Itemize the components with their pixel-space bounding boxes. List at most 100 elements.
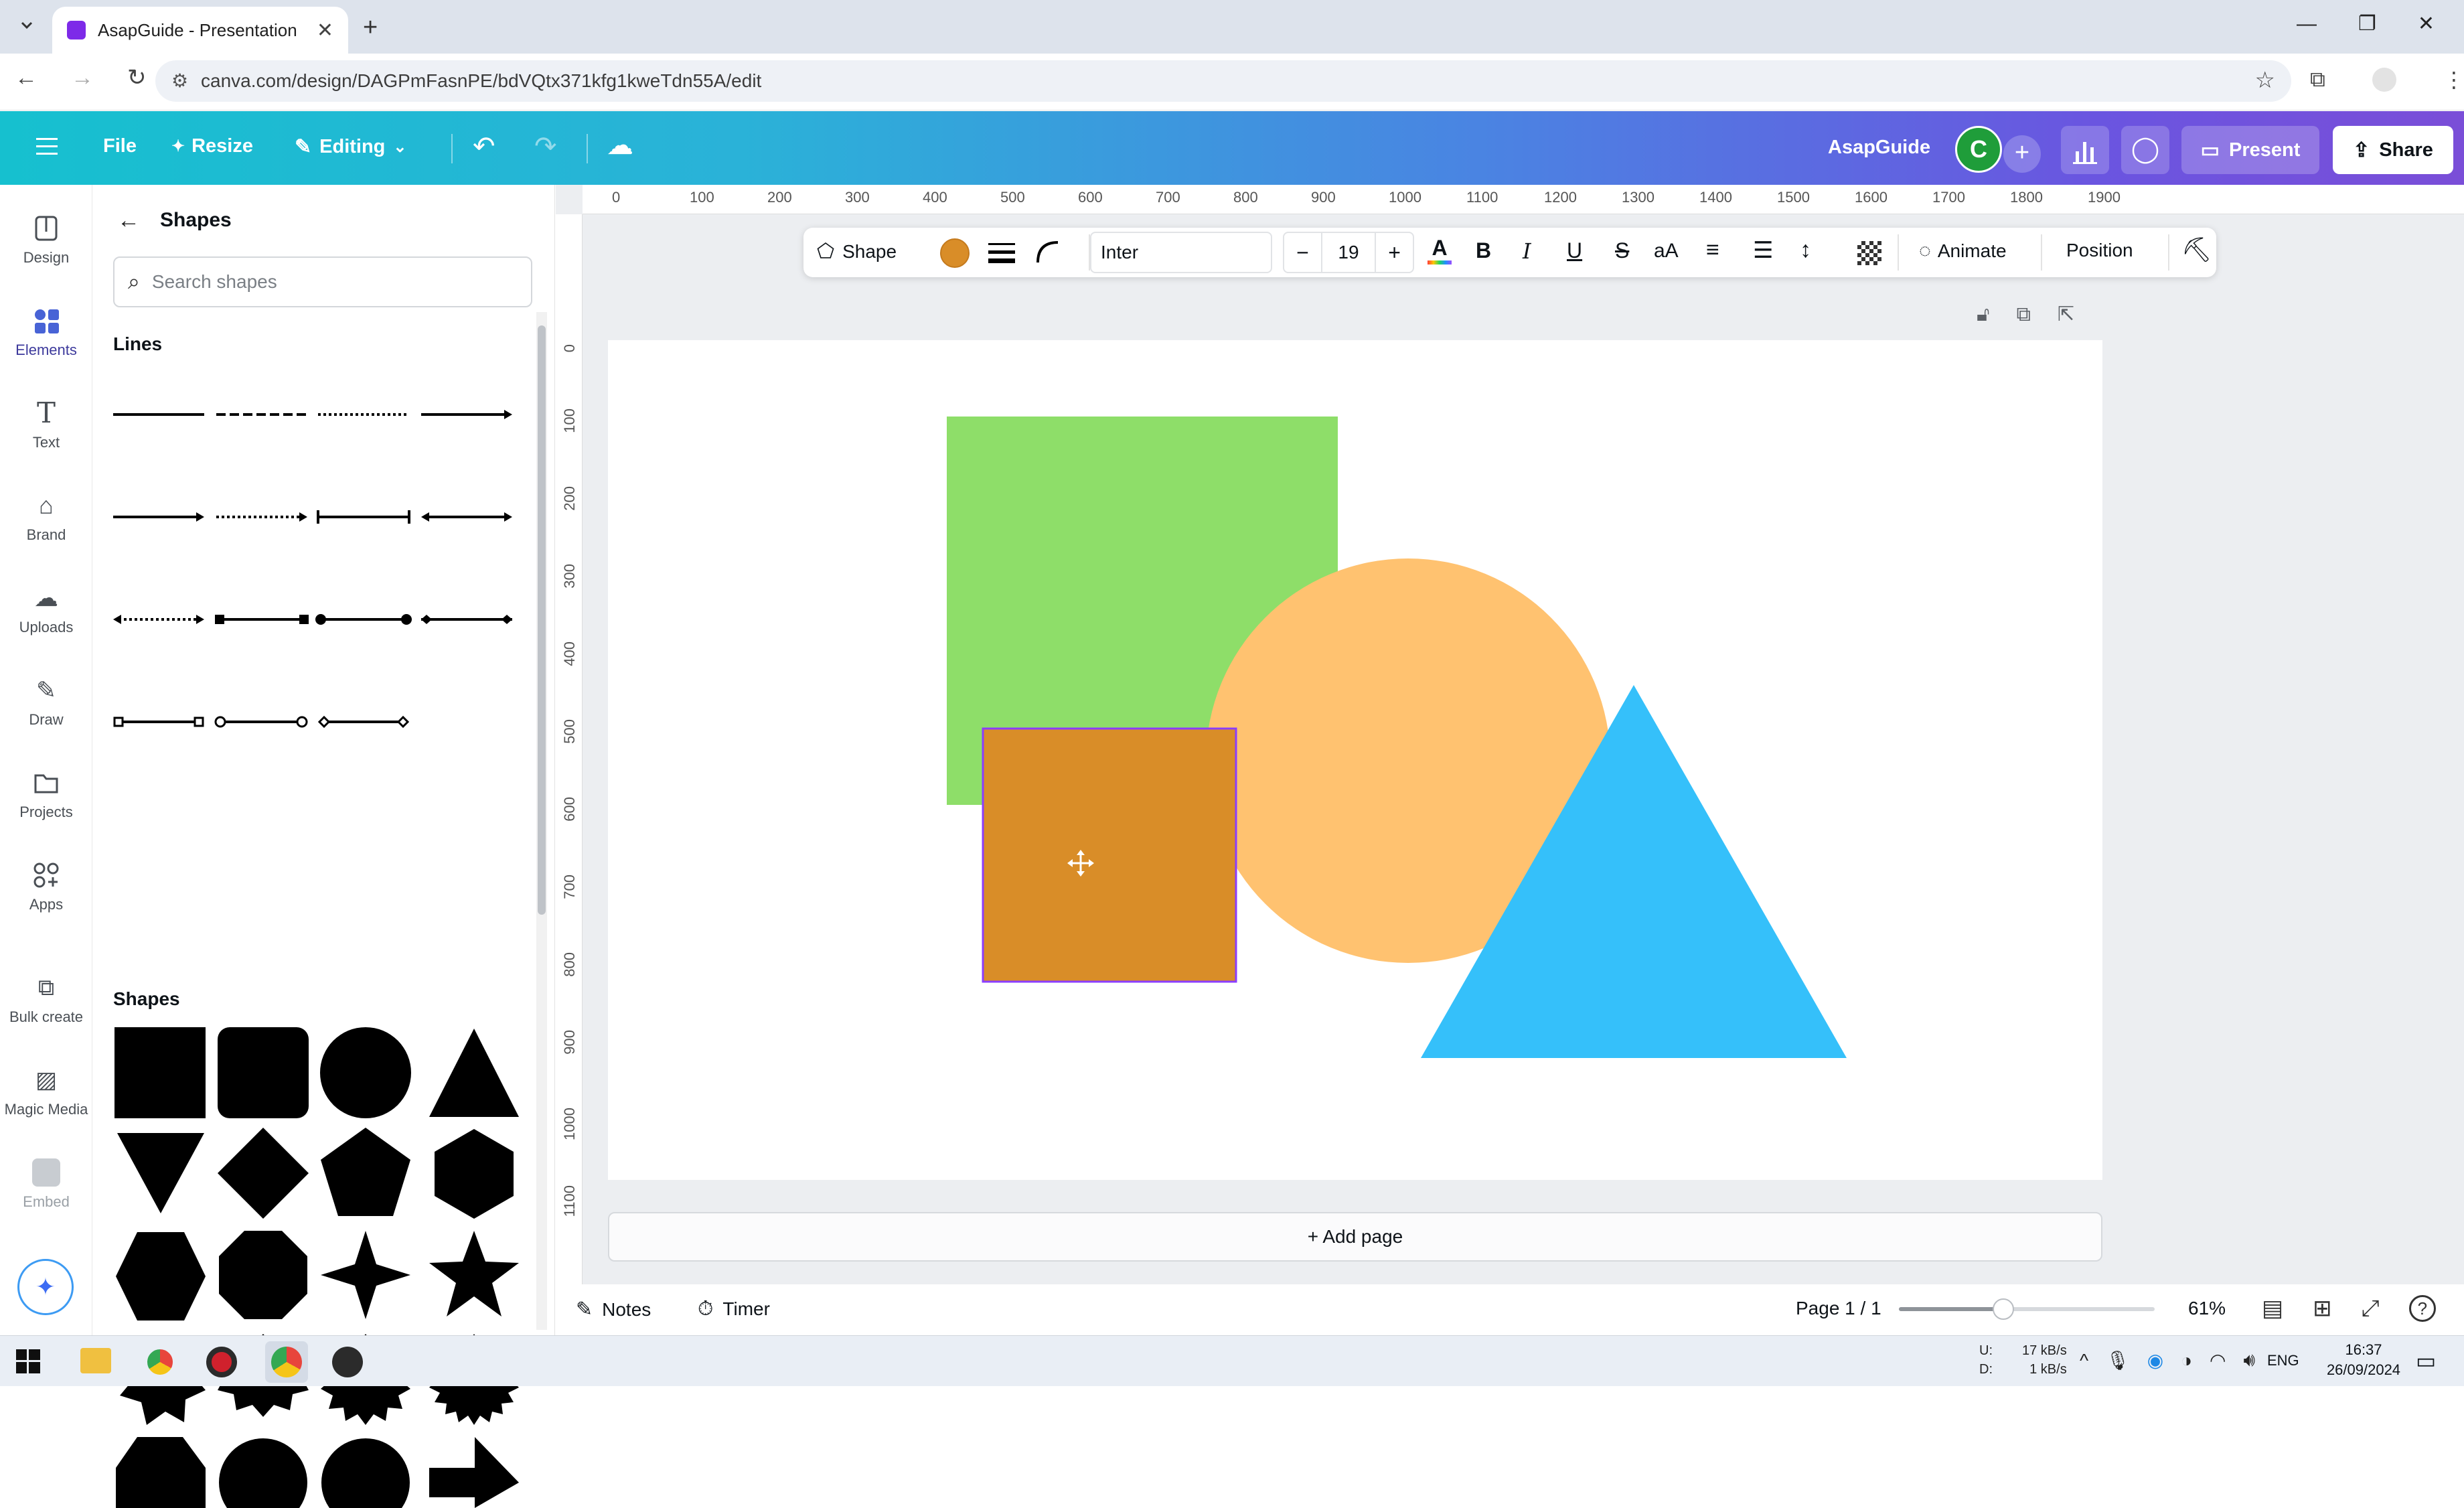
zoom-level[interactable]: 61% — [2188, 1298, 2226, 1319]
transparency-icon[interactable] — [1857, 241, 1881, 265]
address-bar[interactable]: ⚙ canva.com/design/DAGPmFasnPE/bdVQtx371… — [155, 60, 2291, 102]
chrome-icon[interactable] — [145, 1347, 175, 1377]
design-page[interactable] — [608, 340, 2102, 1180]
editing-mode-dropdown[interactable]: ✎ Editing ⌄ — [295, 135, 407, 159]
rail-item-projects[interactable]: Projects — [0, 769, 92, 821]
rail-item-draw[interactable]: ✎ Draw — [0, 676, 92, 729]
text-align-icon[interactable]: ≡ — [1706, 237, 1719, 263]
add-page-button[interactable]: + Add page — [608, 1212, 2102, 1262]
file-explorer-icon[interactable] — [80, 1348, 111, 1373]
text-color-icon[interactable]: A — [1428, 236, 1452, 265]
extensions-icon[interactable]: ⧉ — [2310, 67, 2325, 92]
scrollbar-thumb[interactable] — [538, 325, 546, 915]
orange-square-selected[interactable] — [983, 729, 1236, 982]
close-window-icon[interactable]: ✕ — [2418, 12, 2435, 35]
grid-view-icon[interactable]: ⊞ — [2313, 1295, 2332, 1322]
rail-item-embed[interactable]: Embed — [0, 1158, 92, 1211]
copy-style-paint-roller-icon[interactable]: ⛏ — [2181, 236, 2212, 264]
duplicate-page-icon[interactable]: ⧉ — [2016, 303, 2030, 326]
minimize-icon[interactable]: — — [2297, 13, 2317, 35]
shape-type-button[interactable]: ⬠ Shape — [817, 240, 897, 263]
zoom-slider-thumb[interactable] — [1992, 1298, 2014, 1320]
insights-chart-icon[interactable] — [2061, 126, 2109, 174]
font-family-select[interactable]: Inter — [1090, 232, 1272, 273]
microphone-icon[interactable]: 🎙︎ — [2106, 1349, 2130, 1371]
tray-app2-icon[interactable]: ◑ — [2181, 1350, 2192, 1371]
letter-case-icon[interactable]: aA — [1654, 240, 1679, 262]
rail-item-magic-media[interactable]: ▨ Magic Media — [0, 1066, 92, 1118]
present-button[interactable]: ▭ Present — [2181, 126, 2319, 174]
back-icon[interactable]: ← — [15, 65, 37, 91]
zoom-slider[interactable] — [1899, 1298, 2155, 1320]
panel-scrollbar[interactable] — [536, 312, 547, 1330]
timer-button[interactable]: ⏱ Timer — [698, 1298, 770, 1321]
ruler-label: 700 — [561, 875, 578, 899]
restore-icon[interactable]: ❐ — [2358, 12, 2376, 35]
invite-plus-icon[interactable]: + — [2003, 135, 2041, 173]
avatar[interactable]: C — [1955, 126, 2002, 173]
profile-icon[interactable] — [2372, 68, 2396, 92]
recorder-icon[interactable] — [206, 1347, 237, 1377]
rail-item-elements[interactable]: Elements — [0, 307, 92, 359]
bold-icon[interactable]: B — [1476, 238, 1491, 263]
lock-icon[interactable]: 🔓︎ — [1977, 303, 1989, 326]
browser-menu-icon[interactable]: ⋮ — [2443, 67, 2464, 92]
animate-button[interactable]: ◌ Animate — [1919, 240, 2007, 262]
forward-icon[interactable]: → — [71, 65, 94, 91]
rail-item-bulk-create[interactable]: ⧉ Bulk create — [0, 974, 92, 1026]
help-icon[interactable]: ? — [2408, 1295, 2436, 1322]
bookmark-star-icon[interactable]: ☆ — [2255, 67, 2275, 94]
search-shapes-input[interactable]: ⌕ Search shapes — [113, 256, 532, 307]
font-size-stepper[interactable]: − 19 + — [1283, 232, 1414, 273]
rail-item-design[interactable]: Design — [0, 214, 92, 267]
rail-item-apps[interactable]: Apps — [0, 861, 92, 913]
underline-icon[interactable]: U — [1567, 238, 1582, 263]
file-menu-button[interactable]: File — [103, 135, 137, 157]
corner-rounding-icon[interactable] — [1035, 240, 1059, 264]
windows-start-icon[interactable] — [16, 1349, 40, 1373]
position-button[interactable]: Position — [2066, 240, 2133, 261]
tray-chevron-icon[interactable]: ^ — [2080, 1350, 2088, 1371]
undo-icon[interactable]: ↶ — [473, 131, 495, 162]
strikethrough-icon[interactable]: S — [1615, 238, 1629, 263]
border-style-icon[interactable] — [988, 241, 1015, 264]
volume-icon[interactable]: 🔊︎ — [2243, 1349, 2255, 1371]
screen-capture-icon[interactable] — [332, 1347, 363, 1377]
share-button[interactable]: ⇪ Share — [2333, 126, 2453, 174]
wifi-icon[interactable]: ◠ — [2210, 1349, 2226, 1371]
browser-tab-active[interactable]: AsapGuide - Presentation ✕ — [52, 7, 348, 54]
notes-button[interactable]: ✎ Notes — [576, 1298, 651, 1321]
notifications-icon[interactable]: ▭ — [2416, 1348, 2436, 1373]
active-app-highlight[interactable] — [265, 1341, 308, 1383]
italic-icon[interactable]: I — [1523, 238, 1531, 264]
page-view-icon[interactable]: ▤ — [2262, 1295, 2283, 1322]
main-menu-icon[interactable] — [36, 137, 58, 157]
tab-search-icon[interactable] — [15, 13, 39, 37]
clock-date[interactable]: 26/09/2024 — [2323, 1360, 2404, 1380]
fullscreen-icon[interactable]: ⤢ — [2362, 1296, 2380, 1322]
resize-button[interactable]: ✦ Resize — [171, 135, 253, 157]
fill-color-swatch[interactable] — [940, 238, 970, 268]
clock-time[interactable]: 16:37 — [2323, 1340, 2404, 1360]
page-indicator[interactable]: Page 1 / 1 — [1796, 1298, 1881, 1319]
comment-icon[interactable]: ◯ — [2121, 126, 2169, 174]
tab-close-icon[interactable]: ✕ — [317, 19, 333, 42]
reload-icon[interactable]: ↻ — [127, 64, 147, 91]
back-arrow-icon[interactable]: ← — [117, 208, 140, 234]
tray-app-icon[interactable]: ◉ — [2147, 1349, 2163, 1371]
redo-icon[interactable]: ↷ — [534, 131, 557, 162]
line-spacing-icon[interactable]: ↕ — [1800, 237, 1811, 263]
site-info-icon[interactable]: ⚙ — [171, 70, 188, 92]
language-indicator[interactable]: ENG — [2267, 1352, 2299, 1369]
list-icon[interactable]: ☰ — [1753, 237, 1773, 264]
cloud-saved-icon[interactable]: ☁ — [607, 130, 633, 161]
font-size-decrease-button[interactable]: − — [1284, 240, 1321, 265]
rail-item-uploads[interactable]: ☁ Uploads — [0, 584, 92, 636]
new-tab-icon[interactable]: + — [363, 13, 378, 42]
add-page-icon[interactable]: ⇱ — [2058, 303, 2074, 326]
magic-assistant-sparkle-icon[interactable]: ✦ — [17, 1259, 74, 1315]
rail-item-text[interactable]: T Text — [0, 399, 92, 451]
font-size-value[interactable]: 19 — [1320, 233, 1377, 272]
rail-item-brand[interactable]: ⌂ Brand — [0, 492, 92, 544]
font-size-increase-button[interactable]: + — [1376, 240, 1413, 265]
